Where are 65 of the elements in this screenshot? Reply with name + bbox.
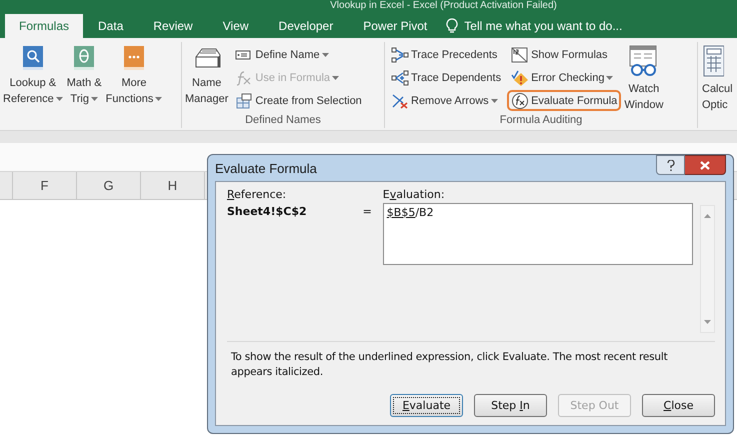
column-header[interactable]: F <box>13 172 77 199</box>
ribbon-button[interactable]: More Functions <box>104 42 164 128</box>
function-icon <box>235 70 254 86</box>
trace-arrows-icon <box>391 46 409 62</box>
dialog-title: Evaluate Formula <box>215 160 317 176</box>
scroll-down-icon <box>704 320 712 324</box>
ribbon-button[interactable]: Error Checking <box>507 67 622 88</box>
group-label: Formula Auditing <box>498 113 584 128</box>
ribbon-button[interactable]: Trace Dependents <box>387 67 506 88</box>
lightbulb-icon <box>446 18 458 34</box>
ribbon-button[interactable]: Trace Precedents <box>387 44 506 65</box>
tell-me-search[interactable]: Tell me what you want to do... <box>446 14 622 38</box>
dropdown-caret-icon <box>155 97 162 101</box>
ribbon-button[interactable]: Name Manager <box>184 42 230 113</box>
ribbon-button[interactable]: Define Name <box>231 44 366 65</box>
tag-icon <box>235 48 254 62</box>
question-mark-icon <box>666 160 674 170</box>
ribbon-tab[interactable]: Data <box>83 14 138 38</box>
reference-value: Sheet4!$C$2 <box>227 204 308 220</box>
scroll-up-icon <box>704 214 712 218</box>
ribbon-tab[interactable]: View <box>208 14 264 38</box>
ribbon-button[interactable]: Show Formulas <box>507 44 622 65</box>
dropdown-caret-icon <box>322 52 329 56</box>
ribbon-tab[interactable]: Developer <box>264 14 348 38</box>
book-theta-icon <box>72 45 96 71</box>
column-header[interactable]: H <box>141 172 205 199</box>
scrollbar[interactable] <box>700 205 716 333</box>
ribbon-button[interactable]: Evaluate Formula <box>507 90 622 111</box>
group-label: Defined Names <box>244 113 322 128</box>
ribbon-tab[interactable]: Formulas <box>5 14 84 38</box>
dialog-button[interactable]: Evaluate <box>390 394 463 417</box>
sheet-diagonal-icon <box>511 46 530 62</box>
dialog-button[interactable]: Close <box>642 394 715 417</box>
book-search-icon <box>20 45 45 71</box>
ribbon-button[interactable]: Remove Arrows <box>387 90 506 111</box>
table-icon <box>235 92 254 108</box>
window-title: Vlookup in Excel - Excel (Product Activation Failed) <box>329 0 557 12</box>
warning-check-icon <box>511 70 530 86</box>
evaluation-field[interactable]: $B$5/B2 <box>382 203 694 265</box>
trace-arrows-icon <box>391 70 409 86</box>
field-label: Evaluation: <box>382 187 446 203</box>
dropdown-caret-icon <box>606 76 614 80</box>
dropdown-caret-icon <box>332 76 339 80</box>
book-dots-icon <box>122 45 146 71</box>
dropdown-caret-icon <box>56 97 63 101</box>
function-circle-icon <box>511 92 530 110</box>
ribbon-button[interactable]: Calcul Optic <box>701 42 734 128</box>
instruction-text: To show the result of the underlined expression, click Evaluate. The most recent result appears italicized. <box>230 350 668 380</box>
column-header[interactable]: G <box>77 172 141 199</box>
dropdown-caret-icon <box>90 97 98 101</box>
close-button[interactable] <box>685 155 726 175</box>
calculator-icon <box>702 45 724 77</box>
dialog-button[interactable]: Step In <box>474 394 547 417</box>
ribbon-button[interactable]: Lookup & Reference <box>2 42 64 128</box>
ribbon-button[interactable]: Math & Trig <box>66 42 103 128</box>
arrows-cross-icon <box>391 92 409 108</box>
dropdown-caret-icon <box>490 98 498 102</box>
ribbon-tab[interactable]: Power Pivot <box>348 14 442 38</box>
ribbon-button[interactable]: Watch Window <box>623 42 664 113</box>
close-icon <box>700 160 710 170</box>
field-label: Reference: <box>227 187 288 203</box>
help-button[interactable] <box>656 155 685 175</box>
equals-sign: = <box>362 204 373 220</box>
ribbon-button[interactable]: Create from Selection <box>231 90 366 111</box>
ribbon-tab[interactable]: Review <box>138 14 208 38</box>
